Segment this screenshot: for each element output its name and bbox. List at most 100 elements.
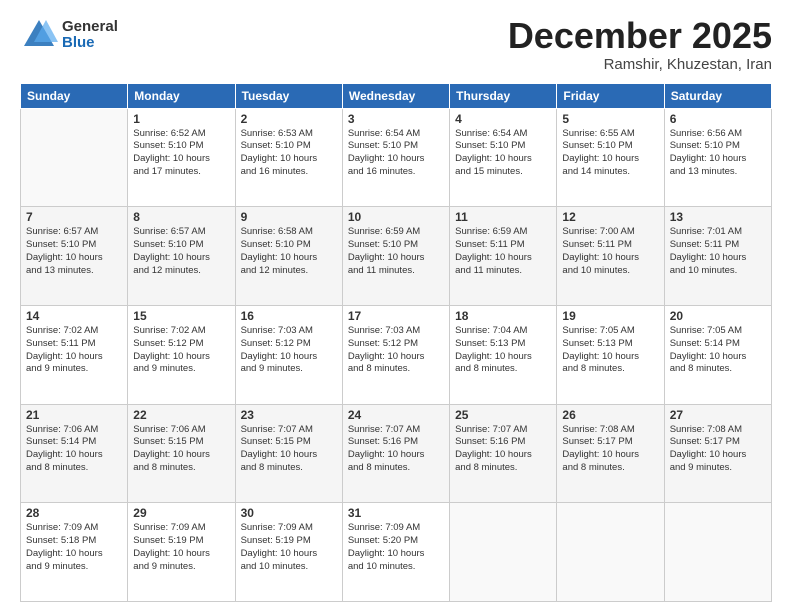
day-info: Sunrise: 7:03 AMSunset: 5:12 PMDaylight:… bbox=[348, 325, 444, 376]
day-number: 12 bbox=[562, 210, 658, 224]
day-number: 13 bbox=[670, 210, 766, 224]
week-row-3: 14Sunrise: 7:02 AMSunset: 5:11 PMDayligh… bbox=[21, 305, 772, 404]
day-number: 21 bbox=[26, 408, 122, 422]
day-cell: 6 Sunrise: 6:56 AMSunset: 5:10 PMDaylight… bbox=[664, 108, 771, 207]
day-info: Sunrise: 6:52 AMSunset: 5:10 PMDaylight:… bbox=[133, 128, 229, 179]
day-number: 20 bbox=[670, 309, 766, 323]
weekday-header-row: SundayMondayTuesdayWednesdayThursdayFrid… bbox=[21, 83, 772, 108]
logo-icon bbox=[20, 16, 58, 54]
day-info: Sunrise: 6:58 AMSunset: 5:10 PMDaylight:… bbox=[241, 226, 337, 277]
day-cell: 16 Sunrise: 7:03 AMSunset: 5:12 PMDayligh… bbox=[235, 305, 342, 404]
day-cell: 28Sunrise: 7:09 AMSunset: 5:18 PMDayligh… bbox=[21, 503, 128, 602]
day-cell: 20 Sunrise: 7:05 AMSunset: 5:14 PMDayligh… bbox=[664, 305, 771, 404]
day-cell: 19 Sunrise: 7:05 AMSunset: 5:13 PMDayligh… bbox=[557, 305, 664, 404]
day-cell: 27 Sunrise: 7:08 AMSunset: 5:17 PMDayligh… bbox=[664, 404, 771, 503]
day-number: 4 bbox=[455, 112, 551, 126]
day-info: Sunrise: 6:57 AMSunset: 5:10 PMDaylight:… bbox=[133, 226, 229, 277]
day-number: 9 bbox=[241, 210, 337, 224]
location-subtitle: Ramshir, Khuzestan, Iran bbox=[508, 56, 772, 73]
day-number: 14 bbox=[26, 309, 122, 323]
day-info: Sunrise: 7:00 AMSunset: 5:11 PMDaylight:… bbox=[562, 226, 658, 277]
day-info: Sunrise: 7:02 AMSunset: 5:12 PMDaylight:… bbox=[133, 325, 229, 376]
day-number: 23 bbox=[241, 408, 337, 422]
day-info: Sunrise: 6:53 AMSunset: 5:10 PMDaylight:… bbox=[241, 128, 337, 179]
header: General Blue December 2025 Ramshir, Khuz… bbox=[20, 16, 772, 73]
day-info: Sunrise: 6:56 AMSunset: 5:10 PMDaylight:… bbox=[670, 128, 766, 179]
day-cell: 8Sunrise: 6:57 AMSunset: 5:10 PMDaylight… bbox=[128, 207, 235, 306]
day-info: Sunrise: 7:01 AMSunset: 5:11 PMDaylight:… bbox=[670, 226, 766, 277]
day-number: 10 bbox=[348, 210, 444, 224]
day-number: 25 bbox=[455, 408, 551, 422]
day-info: Sunrise: 7:08 AMSunset: 5:17 PMDaylight:… bbox=[562, 424, 658, 475]
day-info: Sunrise: 7:05 AMSunset: 5:14 PMDaylight:… bbox=[670, 325, 766, 376]
logo: General Blue bbox=[20, 16, 118, 54]
day-info: Sunrise: 6:57 AMSunset: 5:10 PMDaylight:… bbox=[26, 226, 122, 277]
day-number: 5 bbox=[562, 112, 658, 126]
day-number: 26 bbox=[562, 408, 658, 422]
day-number: 7 bbox=[26, 210, 122, 224]
logo-blue: Blue bbox=[62, 35, 118, 52]
day-cell: 30Sunrise: 7:09 AMSunset: 5:19 PMDayligh… bbox=[235, 503, 342, 602]
day-info: Sunrise: 7:09 AMSunset: 5:19 PMDaylight:… bbox=[133, 522, 229, 573]
day-cell: 25Sunrise: 7:07 AMSunset: 5:16 PMDayligh… bbox=[450, 404, 557, 503]
day-cell: 13 Sunrise: 7:01 AMSunset: 5:11 PMDayligh… bbox=[664, 207, 771, 306]
day-cell: 24 Sunrise: 7:07 AMSunset: 5:16 PMDayligh… bbox=[342, 404, 449, 503]
day-cell: 26 Sunrise: 7:08 AMSunset: 5:17 PMDayligh… bbox=[557, 404, 664, 503]
day-number: 3 bbox=[348, 112, 444, 126]
day-number: 15 bbox=[133, 309, 229, 323]
day-number: 17 bbox=[348, 309, 444, 323]
week-row-5: 28Sunrise: 7:09 AMSunset: 5:18 PMDayligh… bbox=[21, 503, 772, 602]
day-number: 19 bbox=[562, 309, 658, 323]
day-cell: 29Sunrise: 7:09 AMSunset: 5:19 PMDayligh… bbox=[128, 503, 235, 602]
day-number: 18 bbox=[455, 309, 551, 323]
day-cell: 23 Sunrise: 7:07 AMSunset: 5:15 PMDayligh… bbox=[235, 404, 342, 503]
day-info: Sunrise: 7:07 AMSunset: 5:16 PMDaylight:… bbox=[348, 424, 444, 475]
weekday-wednesday: Wednesday bbox=[342, 83, 449, 108]
day-number: 2 bbox=[241, 112, 337, 126]
day-info: Sunrise: 7:08 AMSunset: 5:17 PMDaylight:… bbox=[670, 424, 766, 475]
day-info: Sunrise: 6:54 AMSunset: 5:10 PMDaylight:… bbox=[455, 128, 551, 179]
day-cell: 31Sunrise: 7:09 AMSunset: 5:20 PMDayligh… bbox=[342, 503, 449, 602]
weekday-friday: Friday bbox=[557, 83, 664, 108]
calendar-page: General Blue December 2025 Ramshir, Khuz… bbox=[0, 0, 792, 612]
weekday-thursday: Thursday bbox=[450, 83, 557, 108]
logo-general: General bbox=[62, 19, 118, 36]
day-number: 16 bbox=[241, 309, 337, 323]
day-cell: 15 Sunrise: 7:02 AMSunset: 5:12 PMDayligh… bbox=[128, 305, 235, 404]
logo-text: General Blue bbox=[62, 19, 118, 52]
day-info: Sunrise: 6:54 AMSunset: 5:10 PMDaylight:… bbox=[348, 128, 444, 179]
calendar-table: SundayMondayTuesdayWednesdayThursdayFrid… bbox=[20, 83, 772, 602]
day-cell: 10 Sunrise: 6:59 AMSunset: 5:10 PMDayligh… bbox=[342, 207, 449, 306]
day-cell: 7 Sunrise: 6:57 AMSunset: 5:10 PMDaylight… bbox=[21, 207, 128, 306]
day-number: 11 bbox=[455, 210, 551, 224]
day-cell: 18 Sunrise: 7:04 AMSunset: 5:13 PMDayligh… bbox=[450, 305, 557, 404]
day-info: Sunrise: 7:05 AMSunset: 5:13 PMDaylight:… bbox=[562, 325, 658, 376]
day-info: Sunrise: 6:59 AMSunset: 5:10 PMDaylight:… bbox=[348, 226, 444, 277]
day-cell: 4 Sunrise: 6:54 AMSunset: 5:10 PMDaylight… bbox=[450, 108, 557, 207]
day-info: Sunrise: 7:07 AMSunset: 5:15 PMDaylight:… bbox=[241, 424, 337, 475]
day-info: Sunrise: 7:03 AMSunset: 5:12 PMDaylight:… bbox=[241, 325, 337, 376]
day-info: Sunrise: 7:09 AMSunset: 5:20 PMDaylight:… bbox=[348, 522, 444, 573]
day-cell: 11 Sunrise: 6:59 AMSunset: 5:11 PMDayligh… bbox=[450, 207, 557, 306]
day-cell bbox=[664, 503, 771, 602]
day-number: 28 bbox=[26, 506, 122, 520]
day-cell: 2 Sunrise: 6:53 AMSunset: 5:10 PMDaylight… bbox=[235, 108, 342, 207]
day-number: 24 bbox=[348, 408, 444, 422]
day-cell bbox=[450, 503, 557, 602]
day-info: Sunrise: 6:55 AMSunset: 5:10 PMDaylight:… bbox=[562, 128, 658, 179]
day-number: 6 bbox=[670, 112, 766, 126]
day-cell: 17 Sunrise: 7:03 AMSunset: 5:12 PMDayligh… bbox=[342, 305, 449, 404]
day-info: Sunrise: 7:09 AMSunset: 5:19 PMDaylight:… bbox=[241, 522, 337, 573]
week-row-2: 7 Sunrise: 6:57 AMSunset: 5:10 PMDaylight… bbox=[21, 207, 772, 306]
weekday-tuesday: Tuesday bbox=[235, 83, 342, 108]
day-number: 27 bbox=[670, 408, 766, 422]
day-cell: 3 Sunrise: 6:54 AMSunset: 5:10 PMDaylight… bbox=[342, 108, 449, 207]
day-cell: 22Sunrise: 7:06 AMSunset: 5:15 PMDayligh… bbox=[128, 404, 235, 503]
day-cell: 14Sunrise: 7:02 AMSunset: 5:11 PMDayligh… bbox=[21, 305, 128, 404]
week-row-1: 1Sunrise: 6:52 AMSunset: 5:10 PMDaylight… bbox=[21, 108, 772, 207]
day-info: Sunrise: 6:59 AMSunset: 5:11 PMDaylight:… bbox=[455, 226, 551, 277]
day-info: Sunrise: 7:06 AMSunset: 5:14 PMDaylight:… bbox=[26, 424, 122, 475]
day-cell: 9 Sunrise: 6:58 AMSunset: 5:10 PMDaylight… bbox=[235, 207, 342, 306]
weekday-saturday: Saturday bbox=[664, 83, 771, 108]
day-info: Sunrise: 7:04 AMSunset: 5:13 PMDaylight:… bbox=[455, 325, 551, 376]
